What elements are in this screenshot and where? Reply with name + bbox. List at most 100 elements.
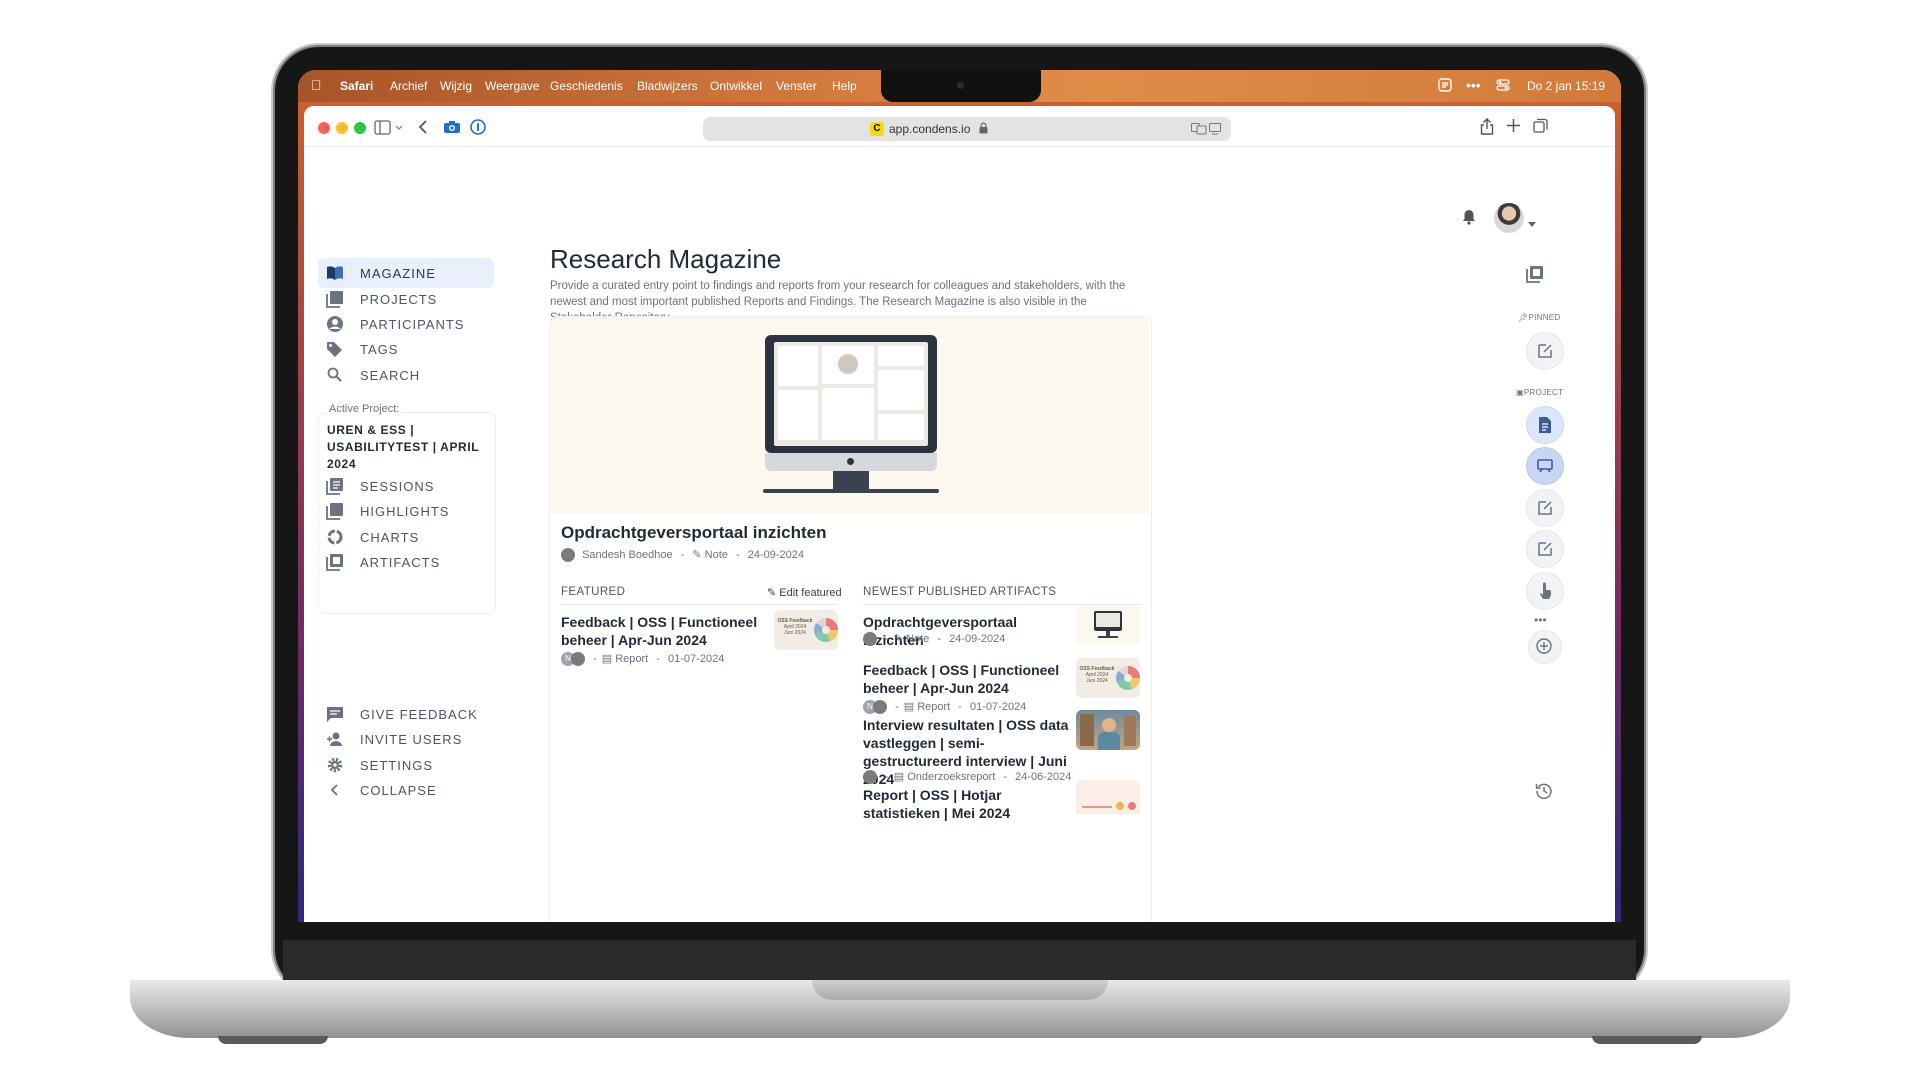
control-center-icon[interactable] (1496, 78, 1510, 95)
presentation-icon (1537, 459, 1553, 473)
report-icon: ▤ (601, 653, 613, 665)
new-tab-icon[interactable] (1506, 118, 1521, 138)
history-icon[interactable] (1535, 782, 1553, 805)
active-project-name[interactable]: UREN & ESS | USABILITYTEST | APRIL 2024 (327, 422, 487, 473)
user-avatar[interactable] (1494, 203, 1524, 233)
gear-icon (327, 757, 343, 773)
more-menu-icon[interactable]: ••• (1466, 77, 1481, 93)
project-touch-button[interactable] (1526, 572, 1564, 610)
contributor-avatar-2 (571, 652, 585, 667)
sidebar-item-label: HIGHLIGHTS (360, 504, 450, 519)
sidebar-item-search[interactable]: SEARCH (318, 360, 494, 390)
share-icon[interactable] (1480, 118, 1494, 140)
newest-header: NEWEST PUBLISHED ARTIFACTS (863, 586, 1057, 598)
featured-item-date: 01-07-2024 (668, 653, 725, 665)
pinned-note-button[interactable] (1526, 332, 1564, 370)
sidebar-item-label: TAGS (360, 342, 399, 357)
menu-ontwikkel[interactable]: Ontwikkel (710, 79, 762, 93)
menu-venster[interactable]: Venster (776, 79, 817, 93)
newest-item-meta: N - ▤ Report - 01-07-2024 (863, 700, 1026, 715)
password-extension-icon[interactable] (470, 119, 486, 140)
artifact-panel-icon[interactable] (1526, 265, 1544, 288)
monitor-illustration (765, 335, 937, 453)
note-icon (1538, 344, 1552, 358)
menu-archief[interactable]: Archief (390, 79, 427, 93)
back-icon[interactable] (418, 119, 428, 140)
condens-app: MAGAZINE PROJECTS PARTICIPANTS TAGS SEAR… (304, 147, 1615, 922)
page-title: Research Magazine (550, 244, 782, 274)
project-note-button-1[interactable] (1526, 489, 1564, 527)
menu-bladwijzers[interactable]: Bladwijzers (637, 79, 698, 93)
hero-author: Sandesh Boedhoe (582, 549, 673, 561)
sidebar-item-collapse[interactable]: COLLAPSE (318, 775, 494, 805)
more-icon[interactable]: ••• (1534, 613, 1547, 627)
edit-featured-button[interactable]: ✎ Edit featured (767, 586, 842, 599)
translate-icon[interactable] (1191, 123, 1207, 138)
minimize-window-button[interactable] (336, 122, 348, 134)
laptop-thumb-notch (812, 980, 1108, 1000)
notification-bell-icon[interactable] (1462, 209, 1476, 230)
hero-type: Note (704, 549, 728, 561)
tags-icon (327, 342, 342, 357)
pin-icon: 📌︎ (1518, 313, 1529, 322)
search-icon (327, 367, 342, 382)
newest-item-title[interactable]: Report | OSS | Hotjar statistieken | Mei… (863, 786, 1073, 822)
menubar-clock[interactable]: Do 2 jan 15:19 (1527, 79, 1605, 93)
newest-item-thumbnail[interactable] (1076, 710, 1140, 750)
newest-item-title[interactable]: Feedback | OSS | Functioneel beheer | Ap… (863, 661, 1068, 697)
apple-icon[interactable]:  (311, 77, 322, 93)
note-icon (1538, 542, 1552, 556)
screen-mirror-icon[interactable] (1438, 78, 1452, 95)
hero-title[interactable]: Opdrachtgeversportaal inzichten (561, 523, 826, 543)
sidebar-toggle-icon[interactable] (374, 120, 404, 141)
sidebar-item-artifacts[interactable]: ARTIFACTS (318, 547, 494, 577)
menu-safari[interactable]: Safari (340, 79, 373, 93)
reader-icon[interactable] (1209, 123, 1221, 138)
charts-icon (327, 529, 343, 545)
hand-pointer-icon (1540, 582, 1551, 599)
lock-icon (979, 122, 988, 137)
pinned-label: 📌︎PINNED (1518, 313, 1561, 322)
camera-extension-icon[interactable] (443, 120, 461, 139)
newest-item-thumbnail[interactable]: OSS Feedback April 2024 Juni 2024 (1076, 658, 1140, 698)
project-document-button[interactable] (1526, 406, 1564, 444)
address-bar[interactable]: C app.condens.io (703, 117, 1231, 141)
zoom-window-button[interactable] (354, 122, 366, 134)
active-project-label: Active Project: (327, 403, 402, 415)
menu-wijzig[interactable]: Wijzig (440, 79, 472, 93)
projects-icon (326, 291, 343, 308)
newest-item-thumbnail[interactable] (1076, 780, 1140, 814)
sidebar-item-label: ARTIFACTS (360, 555, 441, 570)
tab-overview-icon[interactable] (1533, 118, 1548, 138)
highlights-icon (326, 503, 343, 520)
invite-user-icon (327, 732, 342, 746)
featured-item-title[interactable]: Feedback | OSS | Functioneel beheer | Ap… (561, 613, 766, 649)
newest-item-type: Onderzoeksreport (907, 771, 996, 783)
project-note-button-2[interactable] (1526, 530, 1564, 568)
pie-thumbnail (1116, 666, 1140, 690)
newest-item-thumbnail[interactable] (1076, 605, 1140, 645)
feedback-icon (327, 707, 343, 722)
menu-weergave[interactable]: Weergave (485, 79, 539, 93)
chevron-down-icon[interactable] (1528, 215, 1536, 233)
meta-separator: - (735, 549, 740, 561)
menu-help[interactable]: Help (832, 79, 857, 93)
pie-thumbnail (814, 618, 838, 642)
sidebar-item-label: PARTICIPANTS (360, 317, 465, 332)
sidebar-item-label: SETTINGS (360, 758, 434, 773)
featured-header: FEATURED (561, 586, 626, 598)
note-icon: ✎ (893, 633, 903, 645)
hero-image[interactable] (550, 317, 1149, 514)
contributor-avatar-2 (873, 700, 887, 715)
add-button[interactable] (1528, 630, 1562, 664)
laptop-screen:  Safari Archief Wijzig Weergave Geschie… (298, 70, 1621, 922)
author-avatar (561, 548, 575, 563)
laptop-foot-right (1592, 1036, 1702, 1044)
close-window-button[interactable] (318, 122, 330, 134)
newest-item-meta: - ✎ Note - 24-09-2024 (863, 632, 1005, 647)
pencil-icon: ✎ (767, 587, 777, 599)
featured-item-thumbnail[interactable]: OSS Feedback April 2024 Juni 2024 (774, 610, 838, 650)
menu-geschiedenis[interactable]: Geschiedenis (550, 79, 623, 93)
project-presentation-button[interactable] (1526, 447, 1564, 485)
report-icon: ▤ (893, 771, 905, 783)
